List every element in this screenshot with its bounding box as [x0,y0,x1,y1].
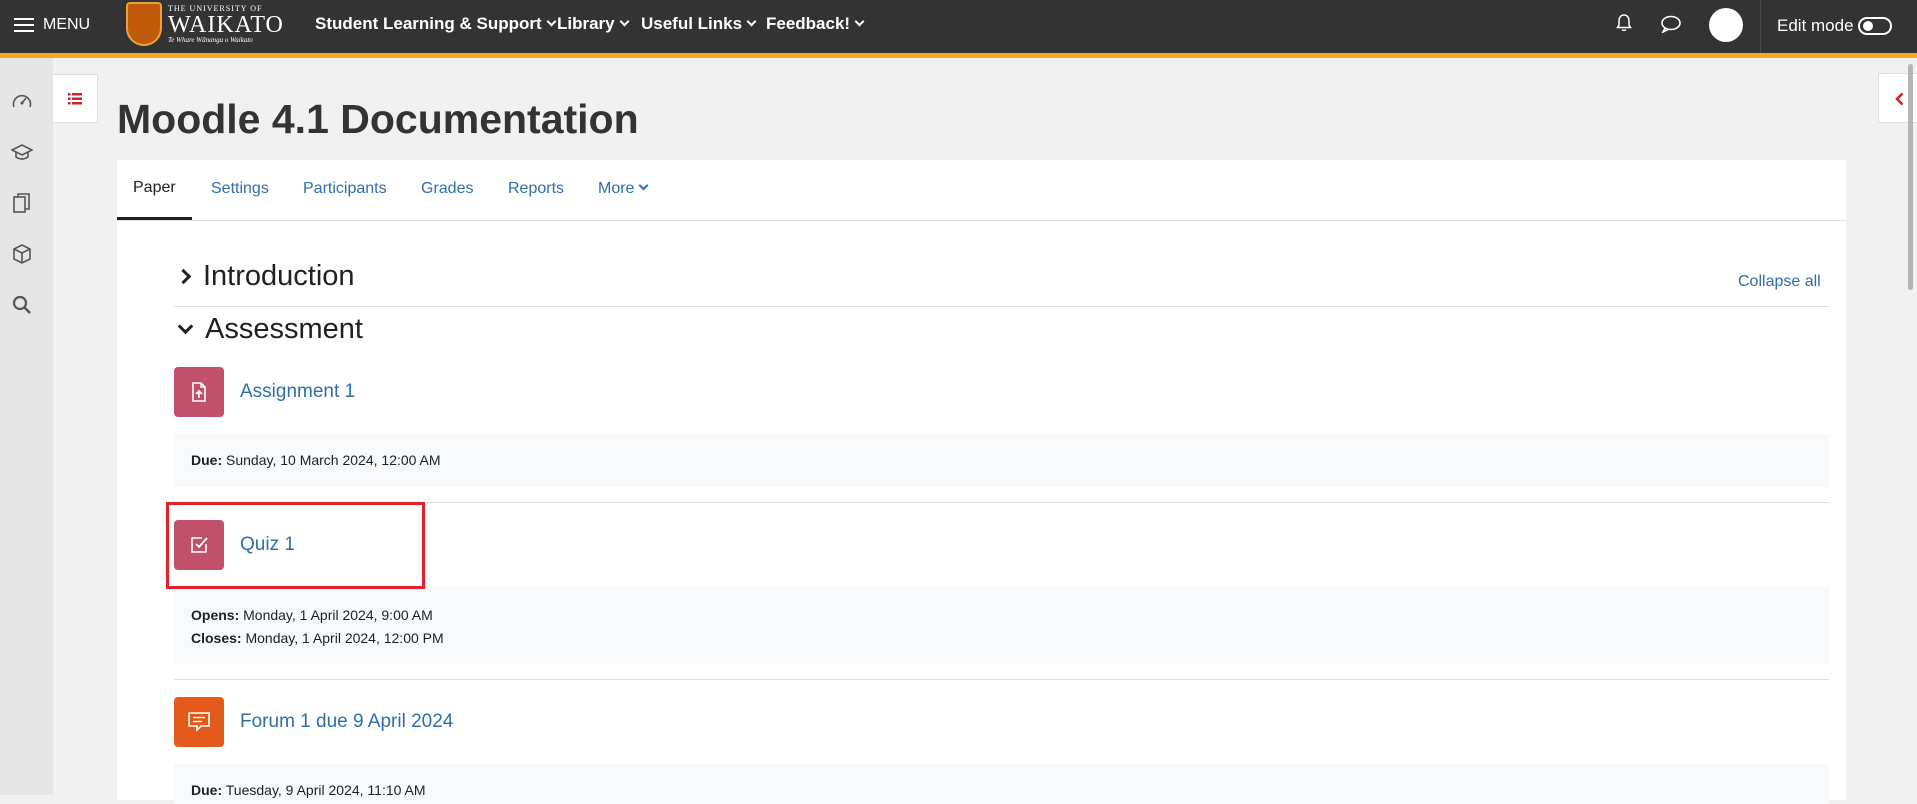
tab-reports[interactable]: Reports [508,180,564,198]
files-icon[interactable] [11,192,33,214]
navbar-divider [1760,0,1761,53]
bell-icon[interactable] [1616,14,1632,32]
tab-participants[interactable]: Participants [303,180,387,198]
tab-more[interactable]: More [598,180,649,198]
quiz-icon[interactable] [174,520,224,570]
tab-grades[interactable]: Grades [421,180,473,198]
section-divider [174,306,1829,307]
section-title-assessment: Assessment [205,313,363,345]
list-icon [68,93,82,105]
activity-link-forum-1[interactable]: Forum 1 due 9 April 2024 [240,711,453,733]
activity-divider [174,679,1829,680]
tab-paper[interactable]: Paper [133,179,176,197]
menu-button[interactable]: MENU [14,16,90,34]
logo-line-2: WAIKATO [168,11,284,38]
date-row: Opens: Monday, 1 April 2024, 9:00 AM [191,604,1812,627]
search-icon[interactable] [11,294,33,316]
chevron-down-icon [177,318,194,335]
chat-bubble-icon[interactable] [1660,15,1682,33]
chevron-left-icon [1895,92,1904,106]
date-value: Monday, 1 April 2024, 12:00 PM [245,630,444,646]
tab-more-label: More [598,180,635,197]
top-navbar: MENU THE UNIVERSITY OF WAIKATO Te Whare … [0,0,1917,58]
chevron-down-icon [639,180,649,191]
section-assessment-toggle[interactable]: Assessment [174,313,363,346]
activity-dates: Due: Sunday, 10 March 2024, 12:00 AM [174,434,1829,487]
menu-student-learning[interactable]: Student Learning & Support [315,14,557,34]
active-tab-indicator [117,217,192,220]
date-label: Due: [191,452,223,468]
edit-mode-toggle[interactable] [1858,17,1892,35]
menu-feedback[interactable]: Feedback! [766,14,865,34]
left-icon-rail [0,58,53,795]
date-label: Closes: [191,630,242,646]
menu-label: Library [557,14,615,33]
date-label: Due: [191,782,223,798]
university-logo[interactable]: THE UNIVERSITY OF WAIKATO Te Whare Wānan… [126,2,284,46]
chevron-down-icon [854,16,865,27]
section-introduction-toggle[interactable]: Introduction [174,260,355,293]
activity-dates: Due: Tuesday, 9 April 2024, 11:10 AM [174,764,1829,804]
chevron-right-icon [175,268,192,285]
menu-label: Useful Links [641,14,743,33]
secondary-navigation: Paper Settings Participants Grades Repor… [117,160,1846,221]
activity-dates: Opens: Monday, 1 April 2024, 9:00 AM Clo… [174,587,1829,664]
activity-divider [174,502,1829,503]
collapse-all-link[interactable]: Collapse all [1738,273,1821,291]
hamburger-icon [14,18,34,32]
activity-link-quiz-1[interactable]: Quiz 1 [240,534,295,556]
graduation-cap-icon[interactable] [11,142,33,164]
chevron-down-icon [746,16,757,27]
date-label: Opens: [191,607,240,623]
cube-icon[interactable] [11,243,33,265]
date-value: Tuesday, 9 April 2024, 11:10 AM [225,782,426,798]
forum-icon[interactable] [174,697,224,747]
course-index-button[interactable] [53,74,98,123]
user-avatar[interactable] [1709,8,1743,42]
menu-label: Feedback! [766,14,851,33]
logo-line-3: Te Whare Wānanga o Waikato [168,35,253,44]
date-value: Monday, 1 April 2024, 9:00 AM [243,607,433,623]
activity-link-assignment-1[interactable]: Assignment 1 [240,381,355,403]
page-title: Moodle 4.1 Documentation [117,96,639,142]
dashboard-icon[interactable] [11,91,33,113]
date-row: Closes: Monday, 1 April 2024, 12:00 PM [191,627,1812,650]
date-row: Due: Tuesday, 9 April 2024, 11:10 AM [191,782,1812,798]
menu-useful-links[interactable]: Useful Links [641,14,757,34]
chevron-down-icon [546,16,557,27]
course-content-card: Paper Settings Participants Grades Repor… [117,160,1846,804]
date-value: Sunday, 10 March 2024, 12:00 AM [226,452,441,468]
date-row: Due: Sunday, 10 March 2024, 12:00 AM [191,452,1812,468]
menu-label: Student Learning & Support [315,14,542,33]
edit-mode-label: Edit mode [1777,16,1854,35]
page-scrollbar[interactable] [1908,64,1913,290]
assignment-icon[interactable] [174,367,224,417]
menu-label: MENU [43,16,91,33]
chevron-down-icon [619,16,630,27]
crest-icon [126,2,162,46]
tab-settings[interactable]: Settings [211,180,269,198]
menu-library[interactable]: Library [557,14,630,34]
section-title-introduction: Introduction [203,260,355,292]
